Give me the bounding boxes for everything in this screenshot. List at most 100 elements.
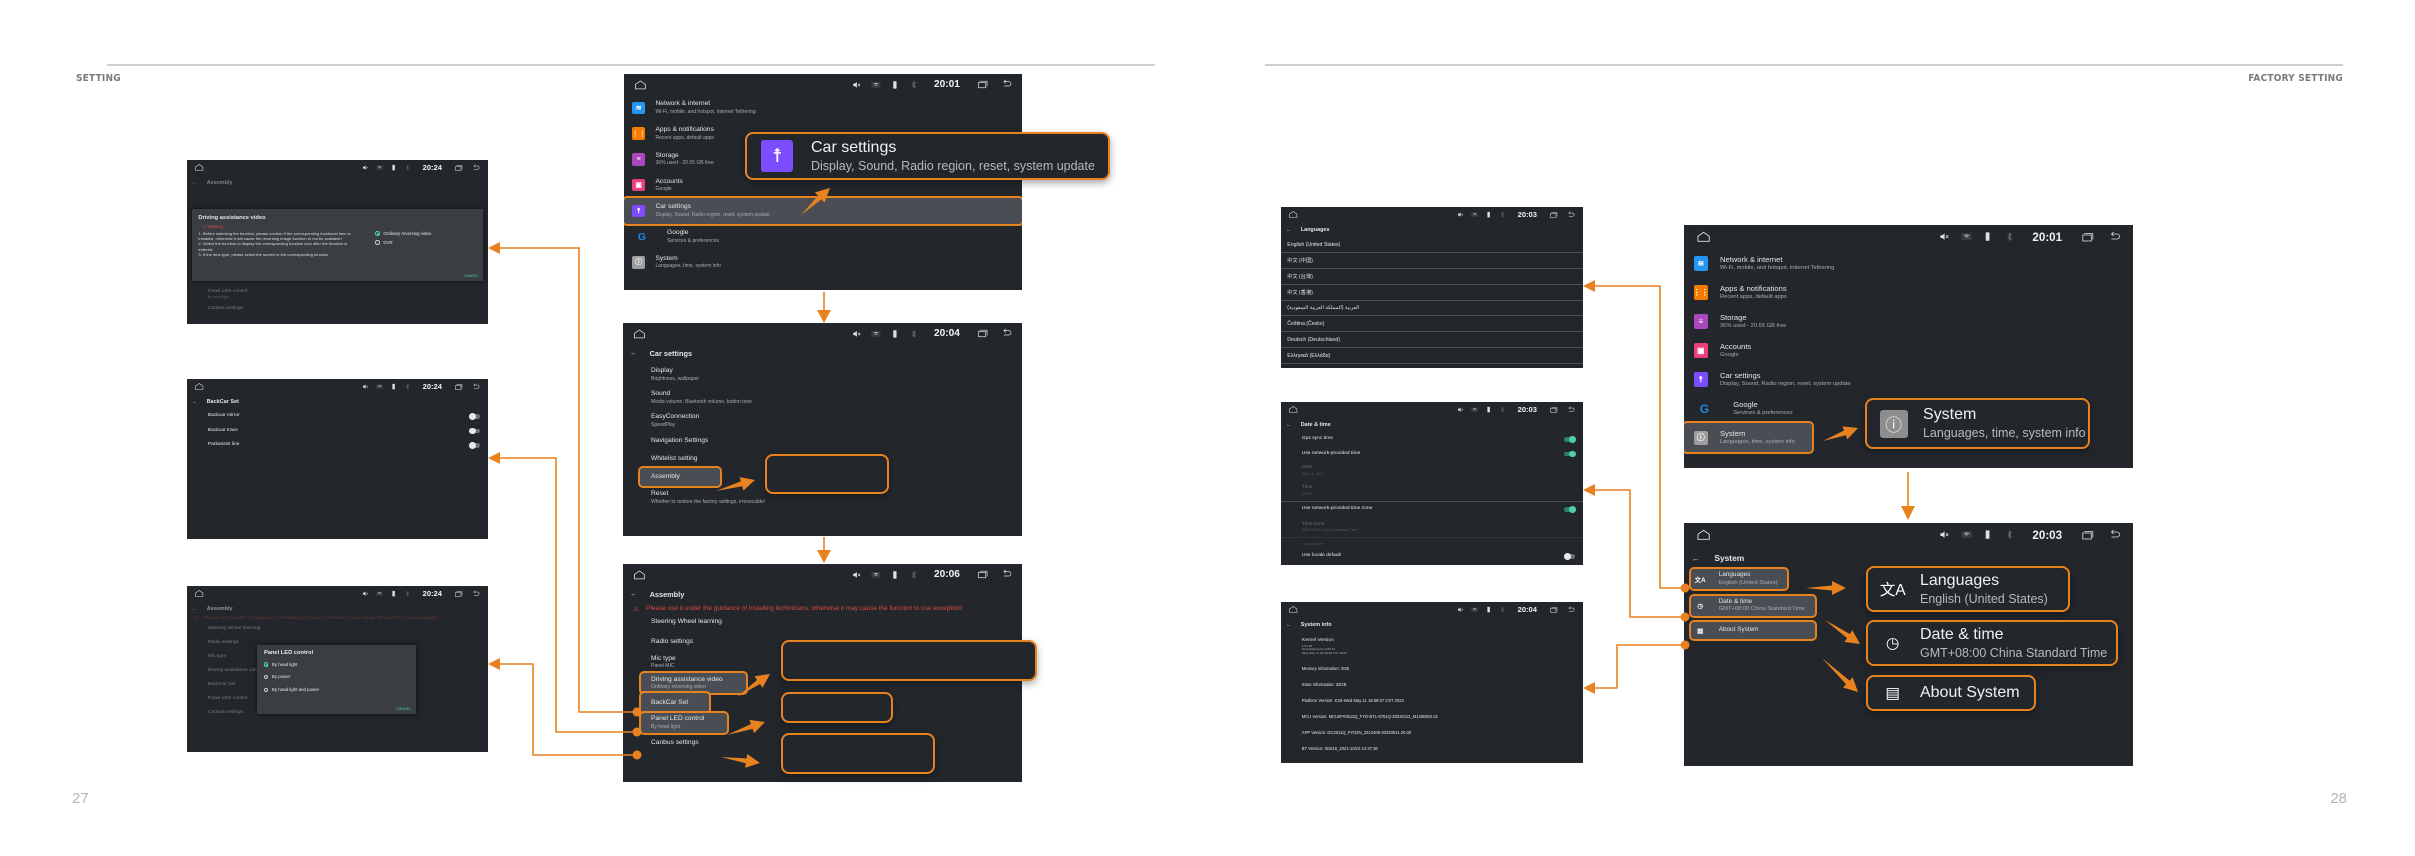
- recent-apps-icon[interactable]: [453, 164, 464, 172]
- recent-apps-icon[interactable]: [975, 569, 990, 580]
- toggle-row[interactable]: Backcar mirror: [187, 409, 488, 424]
- back-icon[interactable]: [2107, 231, 2123, 243]
- back-icon[interactable]: [1000, 79, 1014, 90]
- car-settings-item[interactable]: EasyConnection SpeedPlay: [623, 409, 1022, 432]
- settings-item-apps-notifications[interactable]: ⋮⋮ Apps & notifications Recent apps, defau…: [1684, 278, 2133, 307]
- home-icon[interactable]: [1694, 528, 1713, 542]
- back-icon[interactable]: [1000, 569, 1014, 580]
- home-icon[interactable]: [193, 589, 205, 598]
- radio-button[interactable]: [263, 662, 269, 667]
- back-arrow-icon[interactable]: ←: [1692, 554, 1714, 563]
- language-option[interactable]: العربية (المملكة العربية السعودية): [1281, 301, 1583, 317]
- back-icon[interactable]: [471, 164, 481, 172]
- recent-apps-icon[interactable]: [1548, 211, 1559, 219]
- language-option[interactable]: Čeština (Česko): [1281, 316, 1583, 333]
- cancel-button[interactable]: CANCEL: [464, 274, 479, 278]
- back-icon[interactable]: [1566, 606, 1576, 614]
- toggle-switch[interactable]: [1563, 553, 1576, 560]
- language-option[interactable]: Deutsch (Deutschland): [1281, 332, 1583, 349]
- back-icon[interactable]: [471, 590, 481, 598]
- option-by-head-light-and-power[interactable]: By head light and power: [263, 684, 409, 697]
- date-time-row[interactable]: Gps sync time: [1281, 432, 1583, 447]
- assembly-item[interactable]: Panel LED control By head light: [187, 287, 488, 302]
- recent-apps-icon[interactable]: [975, 328, 990, 339]
- home-icon[interactable]: [1287, 210, 1299, 219]
- home-icon[interactable]: [193, 163, 205, 172]
- option-by-head-light[interactable]: By head light: [263, 659, 409, 672]
- home-icon[interactable]: [193, 382, 205, 391]
- back-icon[interactable]: [1566, 211, 1576, 219]
- toggle-switch[interactable]: [468, 413, 481, 420]
- car-settings-item[interactable]: Sound Media volume, Bluetooth volume, but…: [623, 386, 1022, 409]
- back-arrow-icon[interactable]: ←: [630, 591, 650, 598]
- toggle-switch[interactable]: [1564, 436, 1576, 443]
- option-by-power[interactable]: By power: [263, 671, 409, 684]
- cancel-button[interactable]: CANCEL: [396, 707, 411, 711]
- recent-apps-icon[interactable]: [2079, 529, 2097, 541]
- assembly-item[interactable]: Canbus settings: [187, 302, 488, 317]
- back-arrow-icon[interactable]: ←: [1286, 227, 1301, 233]
- settings-item-system[interactable]: ⓘ System Languages, time, system info: [1684, 421, 1814, 455]
- assembly-item[interactable]: Steering Wheel learning: [623, 613, 1022, 632]
- date-time-row[interactable]: Use locale default: [1281, 550, 1583, 562]
- settings-item-car-settings[interactable]: ☨ Car settings Display, Sound, Radio regio…: [624, 196, 1022, 226]
- toggle-switch[interactable]: [468, 442, 481, 449]
- language-option[interactable]: 中文 (中国): [1281, 253, 1583, 269]
- back-icon[interactable]: [1000, 328, 1014, 339]
- radio-button[interactable]: [375, 231, 380, 236]
- back-arrow-icon[interactable]: ←: [192, 399, 207, 405]
- date-time-row[interactable]: Use network-provided time zone: [1281, 500, 1583, 518]
- radio-button[interactable]: [375, 240, 380, 245]
- recent-apps-icon[interactable]: [1548, 606, 1559, 614]
- settings-item-accounts[interactable]: ▣ Accounts Google: [1684, 336, 2133, 365]
- recent-apps-icon[interactable]: [2079, 231, 2097, 243]
- assembly-item[interactable]: Panel LED control By head light: [638, 711, 730, 735]
- system-item-about-system[interactable]: ▤ About System: [1689, 620, 1818, 641]
- toggle-switch[interactable]: [1564, 450, 1576, 457]
- option-ordinary-reversing-video[interactable]: Ordinary reversing video: [375, 230, 431, 239]
- home-icon[interactable]: [1694, 230, 1713, 244]
- language-option[interactable]: 中文 (香港): [1281, 285, 1583, 301]
- toggle-row[interactable]: Parkassist line: [187, 438, 488, 453]
- radio-button[interactable]: [263, 687, 269, 693]
- back-arrow-icon[interactable]: ←: [1286, 422, 1301, 428]
- language-option[interactable]: Ελληνικά (Ελλάδα): [1281, 348, 1583, 365]
- recent-apps-icon[interactable]: [453, 590, 464, 598]
- system-item-date-time[interactable]: ◷ Date & time GMT+08:00 China Standard Tim…: [1689, 593, 1818, 618]
- back-arrow-icon[interactable]: ←: [1286, 622, 1301, 628]
- car-settings-item[interactable]: Assembly: [637, 466, 723, 489]
- back-icon[interactable]: [471, 383, 481, 391]
- recent-apps-icon[interactable]: [975, 79, 990, 90]
- recent-apps-icon[interactable]: [453, 383, 464, 391]
- settings-item-system[interactable]: ⓘ System Languages, time, system info: [624, 250, 1022, 276]
- assembly-item[interactable]: BackCar Set: [638, 691, 712, 716]
- recent-apps-icon[interactable]: [1548, 406, 1559, 414]
- settings-item-network-internet[interactable]: ≋ Network & internet Wi-Fi, mobile, and ho…: [1684, 249, 2133, 278]
- car-settings-item[interactable]: Display Brightness, wallpaper: [623, 364, 1022, 387]
- back-arrow-icon[interactable]: ←: [630, 350, 650, 357]
- toggle-switch[interactable]: [468, 427, 481, 434]
- option-dvr[interactable]: DVR: [375, 239, 431, 248]
- home-icon[interactable]: [631, 569, 648, 581]
- assembly-item[interactable]: Driving assistance video Ordinary reversi…: [638, 671, 748, 696]
- settings-item-google[interactable]: G Google Services & preferences: [624, 224, 1022, 250]
- settings-item-network-internet[interactable]: ≋ Network & internet Wi-Fi, mobile, and ho…: [624, 95, 1022, 121]
- back-arrow-icon[interactable]: ←: [192, 606, 207, 612]
- settings-item-storage[interactable]: ≡ Storage 36% used - 20.55 GB free: [1684, 307, 2133, 336]
- back-icon[interactable]: [1566, 406, 1576, 414]
- home-icon[interactable]: [632, 79, 649, 91]
- toggle-row[interactable]: Backcar trace: [187, 424, 488, 439]
- home-icon[interactable]: [1287, 405, 1299, 414]
- home-icon[interactable]: [631, 328, 648, 340]
- back-arrow-icon[interactable]: ←: [192, 180, 207, 186]
- radio-button[interactable]: [263, 675, 269, 680]
- home-icon[interactable]: [1287, 605, 1299, 614]
- car-settings-item[interactable]: Navigation Settings: [623, 432, 1022, 450]
- toggle-switch[interactable]: [1564, 506, 1576, 513]
- language-option[interactable]: 中文 (台灣): [1281, 269, 1583, 285]
- settings-item-car-settings[interactable]: ☨ Car settings Display, Sound, Radio regio…: [1684, 365, 2133, 394]
- language-option[interactable]: English (United States): [1281, 237, 1583, 253]
- system-item-languages[interactable]: 文A Languages English (United States): [1689, 567, 1790, 592]
- back-icon[interactable]: [2107, 529, 2123, 541]
- date-time-row[interactable]: Use network-provided time: [1281, 447, 1583, 462]
